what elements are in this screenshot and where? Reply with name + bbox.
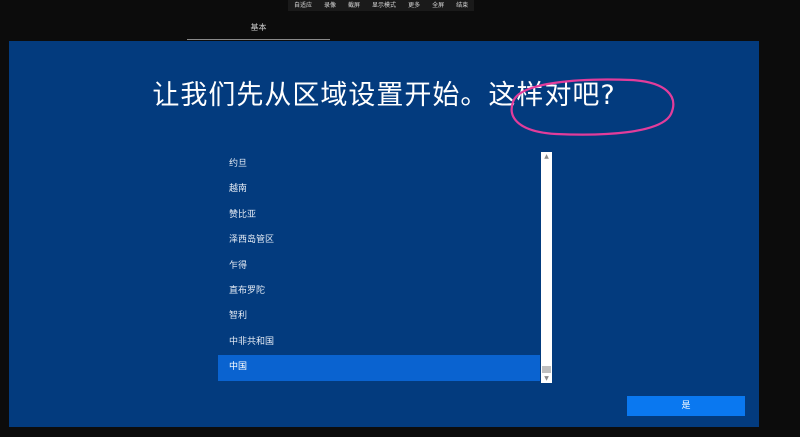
remote-toolbar: 自适应 录像 截屏 显示模式 更多 全屏 结束 [288, 0, 475, 11]
toolbar-item-fullscreen[interactable]: 全屏 [426, 0, 450, 11]
list-item-vietnam[interactable]: 越南 [218, 177, 540, 202]
list-item-gibraltar[interactable]: 直布罗陀 [218, 279, 540, 304]
annotation-circle [510, 78, 675, 136]
tab-bar: 基本 [0, 11, 800, 40]
tab-basic[interactable]: 基本 [187, 11, 330, 40]
oobe-screen: 让我们先从区域设置开始。这样对吧? 约旦 越南 赞比亚 泽西岛管区 乍得 直布罗… [9, 41, 759, 427]
toolbar-item-end[interactable]: 结束 [450, 0, 474, 11]
scroll-thumb[interactable] [542, 366, 551, 373]
yes-button[interactable]: 是 [627, 396, 745, 416]
toolbar-item-adaptive[interactable]: 自适应 [288, 0, 318, 11]
list-item-chile[interactable]: 智利 [218, 304, 540, 329]
list-scrollbar[interactable]: ▲ ▼ [541, 152, 552, 383]
toolbar-item-more[interactable]: 更多 [402, 0, 426, 11]
list-item-jersey[interactable]: 泽西岛管区 [218, 228, 540, 253]
list-item-china[interactable]: 中国 [218, 355, 540, 381]
list-item-jordan[interactable]: 约旦 [218, 152, 540, 177]
list-item-central-african-republic[interactable]: 中非共和国 [218, 330, 540, 355]
region-list[interactable]: 约旦 越南 赞比亚 泽西岛管区 乍得 直布罗陀 智利 中非共和国 中国 [218, 152, 540, 383]
toolbar-item-record[interactable]: 录像 [318, 0, 342, 11]
toolbar-item-screenshot[interactable]: 截屏 [342, 0, 366, 11]
scroll-up-icon[interactable]: ▲ [541, 152, 552, 161]
list-item-chad[interactable]: 乍得 [218, 254, 540, 279]
bottom-bar [0, 427, 800, 437]
toolbar-item-display-mode[interactable]: 显示模式 [366, 0, 402, 11]
list-item-zambia[interactable]: 赞比亚 [218, 203, 540, 228]
scroll-down-icon[interactable]: ▼ [541, 374, 552, 383]
